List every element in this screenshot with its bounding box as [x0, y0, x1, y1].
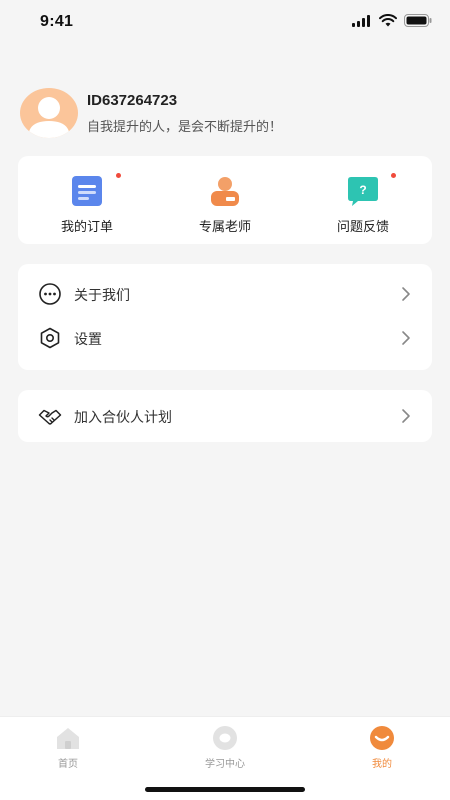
- battery-icon: [404, 14, 432, 27]
- menu-item-label: 加入合伙人计划: [74, 409, 172, 425]
- tab-mine[interactable]: 我的: [337, 723, 427, 773]
- menu-item-label: 设置: [74, 331, 102, 347]
- menu-item-partner-program[interactable]: 加入合伙人计划: [18, 394, 432, 438]
- menu-item-label: 关于我们: [74, 287, 130, 303]
- home-icon: [57, 728, 79, 749]
- default-avatar-icon: [28, 97, 70, 138]
- svg-text:?: ?: [359, 183, 366, 197]
- feedback-badge-dot: [391, 173, 396, 178]
- quick-action-teacher[interactable]: 专属老师: [156, 156, 294, 244]
- menu-card: 关于我们 设置: [18, 264, 432, 370]
- order-document-icon: [72, 176, 102, 206]
- teacher-icon: [211, 177, 239, 206]
- tab-home[interactable]: 首页: [23, 723, 113, 773]
- user-bio: 自我提升的人，是会不断提升的！: [87, 119, 283, 134]
- tab-label: 学习中心: [205, 759, 245, 770]
- tab-label: 我的: [372, 759, 392, 770]
- order-badge-dot: [116, 173, 121, 178]
- avatar[interactable]: [20, 88, 78, 138]
- chevron-right-icon: [402, 331, 410, 345]
- chevron-right-icon: [402, 409, 410, 423]
- home-indicator: [145, 787, 305, 792]
- quick-actions-card: 我的订单 专属老师 ? 问题反馈: [18, 156, 432, 244]
- feedback-question-icon: ?: [348, 177, 378, 206]
- quick-action-feedback[interactable]: ? 问题反馈: [294, 156, 432, 244]
- settings-hexagon-icon: [40, 327, 60, 349]
- status-bar: 9:41: [0, 0, 450, 44]
- profile-face-icon: [370, 726, 394, 750]
- wifi-icon: [379, 14, 397, 27]
- status-time: 9:41: [40, 13, 74, 30]
- quick-action-my-orders[interactable]: 我的订单: [18, 156, 156, 244]
- mine-page: 9:41 ID637264723 自我提升的人，是会不断提升的！ 我的订单 专属…: [0, 0, 450, 800]
- quick-action-label: 问题反馈: [336, 219, 389, 234]
- menu-item-about-us[interactable]: 关于我们: [18, 272, 432, 316]
- quick-action-label: 我的订单: [60, 219, 113, 234]
- learning-center-icon: [213, 726, 237, 750]
- tab-label: 首页: [58, 759, 78, 770]
- tab-learning-center[interactable]: 学习中心: [180, 723, 270, 773]
- handshake-icon: [38, 409, 62, 425]
- quick-action-label: 专属老师: [198, 219, 251, 234]
- cellular-signal-icon: [352, 14, 370, 27]
- chat-dots-icon: [39, 283, 61, 305]
- chevron-right-icon: [402, 287, 410, 301]
- partner-card[interactable]: 加入合伙人计划: [18, 390, 432, 442]
- profile-header[interactable]: ID637264723 自我提升的人，是会不断提升的！: [20, 88, 430, 138]
- status-icons: [352, 14, 432, 27]
- menu-item-settings[interactable]: 设置: [18, 316, 432, 360]
- user-id: ID637264723: [87, 92, 178, 109]
